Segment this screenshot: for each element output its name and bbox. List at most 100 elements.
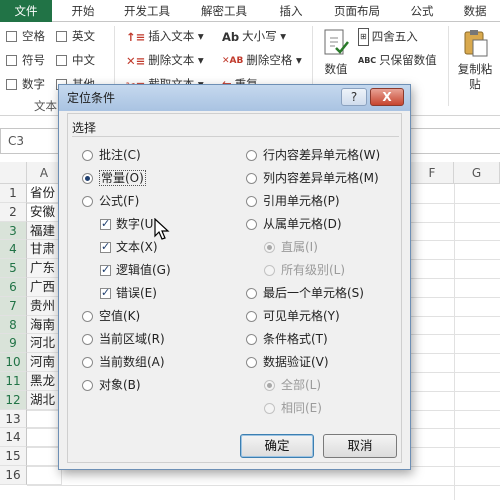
check-space[interactable]: 空格: [6, 28, 45, 44]
option-data-validation[interactable]: 数据验证(V): [246, 355, 329, 369]
cell-a[interactable]: 黑龙: [27, 372, 62, 391]
cell-a[interactable]: 海南: [27, 315, 62, 335]
option-last-cell[interactable]: 最后一个单元格(S): [246, 286, 364, 300]
radio-icon: [82, 380, 93, 391]
check-symbol[interactable]: 符号: [6, 52, 45, 68]
tab-file[interactable]: 文件: [0, 0, 52, 22]
row-header[interactable]: 16: [0, 466, 27, 485]
check-numbers[interactable]: 数字(U): [100, 217, 158, 231]
cell-a[interactable]: 省份: [27, 184, 62, 203]
row-header[interactable]: 2: [0, 202, 27, 222]
round-icon: ⊞: [358, 28, 369, 46]
cell-a[interactable]: 河北: [27, 334, 62, 354]
option-all[interactable]: 全部(L): [264, 378, 321, 392]
keep-values-button[interactable]: ABC 只保留数值: [358, 52, 437, 69]
option-constants[interactable]: 常量(O): [82, 170, 146, 186]
option-same[interactable]: 相同(E): [264, 401, 322, 415]
select-all-corner[interactable]: [0, 162, 27, 184]
cell-a[interactable]: [27, 428, 62, 448]
tab-insert[interactable]: 插入: [268, 0, 314, 22]
option-blanks[interactable]: 空值(K): [82, 309, 140, 323]
row-header[interactable]: 1: [0, 184, 27, 203]
check-chinese[interactable]: 中文: [56, 52, 95, 68]
cell-a[interactable]: [27, 447, 62, 466]
row-header[interactable]: 10: [0, 353, 27, 372]
option-objects[interactable]: 对象(B): [82, 378, 141, 392]
column-header-g[interactable]: G: [454, 162, 500, 184]
cancel-button[interactable]: 取消: [323, 434, 397, 458]
check-logicals[interactable]: 逻辑值(G): [100, 263, 171, 277]
cell-a[interactable]: 广西: [27, 278, 62, 297]
ok-button[interactable]: 确定: [240, 434, 314, 458]
name-box[interactable]: C3: [0, 128, 60, 154]
check-english[interactable]: 英文: [56, 28, 95, 44]
row-header[interactable]: 4: [0, 240, 27, 260]
option-current-region[interactable]: 当前区域(R): [82, 332, 165, 346]
option-objects-label: 对象(B): [99, 378, 141, 392]
option-conditional-formats[interactable]: 条件格式(T): [246, 332, 328, 346]
dialog-title: 定位条件: [67, 91, 116, 105]
tab-formulas[interactable]: 公式: [400, 0, 444, 22]
option-column-differences[interactable]: 列内容差异单元格(M): [246, 171, 379, 185]
help-button[interactable]: ?: [341, 88, 367, 106]
cell-a[interactable]: [27, 409, 62, 429]
option-visible-cells[interactable]: 可见单元格(Y): [246, 309, 340, 323]
option-formulas[interactable]: 公式(F): [82, 194, 139, 208]
radio-checked-icon: [264, 380, 275, 391]
option-dependents[interactable]: 从属单元格(D): [246, 217, 342, 231]
cell-a[interactable]: 河南: [27, 353, 62, 372]
delete-text-button[interactable]: ✕≡ 删除文本 ▾: [126, 52, 204, 69]
radio-icon: [246, 150, 257, 161]
column-header-f[interactable]: F: [411, 162, 454, 184]
option-all-levels[interactable]: 所有级别(L): [264, 263, 345, 277]
row-header[interactable]: 11: [0, 372, 27, 391]
row-header[interactable]: 14: [0, 428, 27, 448]
insert-text-button[interactable]: ↑≡ 插入文本 ▾: [126, 28, 204, 45]
row-header[interactable]: 9: [0, 334, 27, 354]
radio-icon: [246, 357, 257, 368]
option-blanks-label: 空值(K): [99, 309, 141, 323]
dialog-title-bar[interactable]: 定位条件 ? X: [59, 85, 410, 111]
tab-data[interactable]: 数据: [452, 0, 498, 22]
row-header[interactable]: 6: [0, 278, 27, 297]
radio-icon: [246, 173, 257, 184]
copy-paste-button[interactable]: 复制粘 贴: [452, 28, 498, 92]
row-header[interactable]: 7: [0, 296, 27, 316]
option-precedents[interactable]: 引用单元格(P): [246, 194, 340, 208]
row-header[interactable]: 13: [0, 409, 27, 429]
number-button[interactable]: 数值: [318, 28, 354, 77]
row-header[interactable]: 15: [0, 447, 27, 466]
row-header[interactable]: 12: [0, 390, 27, 410]
cell-a[interactable]: 贵州: [27, 296, 62, 316]
cell-a[interactable]: 广东: [27, 259, 62, 278]
tab-decrypt-tools[interactable]: 解密工具: [190, 0, 258, 22]
option-comments[interactable]: 批注(C): [82, 148, 141, 162]
option-formulas-label: 公式(F): [99, 194, 140, 208]
option-current-array[interactable]: 当前数组(A): [82, 355, 165, 369]
close-button[interactable]: X: [370, 88, 404, 106]
cell-a[interactable]: 湖北: [27, 390, 62, 410]
check-number[interactable]: 数字: [6, 76, 45, 92]
case-button[interactable]: Ab 大小写 ▾: [222, 28, 286, 45]
cell-a[interactable]: 甘肃: [27, 240, 62, 260]
number-button-label: 数值: [324, 62, 348, 76]
option-row-differences[interactable]: 行内容差异单元格(W): [246, 148, 380, 162]
row-header[interactable]: 5: [0, 259, 27, 278]
row-header[interactable]: 3: [0, 221, 27, 241]
option-precedents-label: 引用单元格(P): [263, 194, 340, 208]
round-button[interactable]: ⊞ 四舍五入: [358, 28, 418, 46]
delete-space-button[interactable]: ✕AB 删除空格 ▾: [222, 52, 302, 69]
check-text[interactable]: 文本(X): [100, 240, 158, 254]
option-direct-only[interactable]: 直属(I): [264, 240, 318, 254]
cell-a[interactable]: 安徽: [27, 202, 62, 222]
row-header[interactable]: 8: [0, 315, 27, 335]
tab-developer[interactable]: 开发工具: [113, 0, 181, 22]
cell-a[interactable]: [27, 466, 62, 485]
tab-page-layout[interactable]: 页面布局: [322, 0, 392, 22]
cell-a[interactable]: 福建: [27, 221, 62, 241]
tab-home[interactable]: 开始: [58, 0, 108, 22]
column-header-a[interactable]: A: [27, 162, 62, 184]
check-errors[interactable]: 错误(E): [100, 286, 157, 300]
section-divider: [72, 136, 399, 137]
insert-text-icon: ↑≡: [126, 29, 146, 44]
